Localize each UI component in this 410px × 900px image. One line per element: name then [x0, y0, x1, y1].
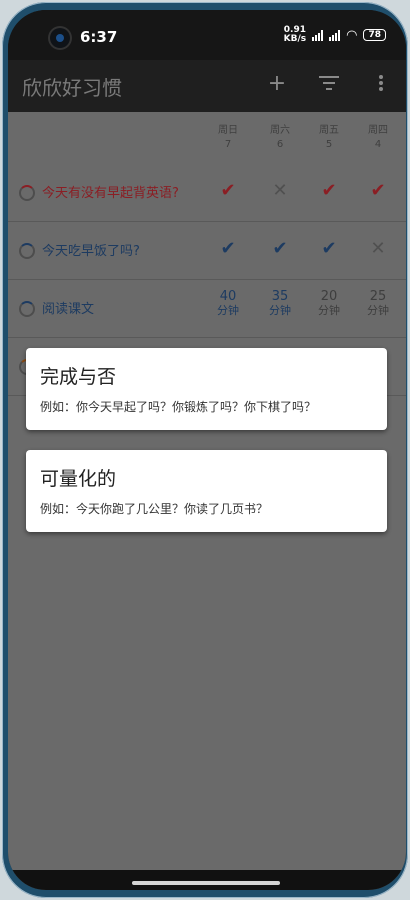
- status-time: 6:37: [80, 28, 118, 46]
- habit-value: 25: [369, 289, 387, 304]
- option-title: 可量化的: [40, 468, 117, 490]
- navigation-bar: [8, 870, 406, 890]
- status-icons: 0.91 KB/s ◠ 78: [284, 26, 386, 44]
- status-bar: 6:37 0.91 KB/s ◠ 78: [8, 10, 406, 60]
- check-icon[interactable]: ✔: [358, 180, 398, 201]
- check-icon[interactable]: ✔: [208, 238, 248, 259]
- day-header-1: 周六 6: [270, 125, 290, 150]
- day-header: 周日 7 周六 6 周五 5 周四 4: [8, 112, 406, 164]
- camera-icon: [48, 26, 72, 50]
- habit-unit: 分钟: [318, 304, 340, 317]
- habit-value: 35: [271, 289, 289, 304]
- habit-name: 今天有没有早起背英语?: [42, 186, 179, 201]
- option-boolean-habit[interactable]: 完成与否 例如：你今天早起了吗？你锻炼了吗？你下棋了吗？: [26, 348, 387, 430]
- habit-unit: 分钟: [269, 304, 291, 317]
- home-gesture-bar[interactable]: [132, 881, 280, 885]
- habit-value: 20: [320, 289, 338, 304]
- habit-name: 今天吃早饭了吗?: [42, 244, 140, 259]
- app-bar: 欣欣好习惯 +: [8, 60, 406, 112]
- check-icon[interactable]: ✔: [309, 238, 349, 259]
- habit-row[interactable]: 阅读课文 40 分钟 35 分钟 20 分钟 25 分钟: [8, 280, 406, 338]
- habit-row[interactable]: 今天有没有早起背英语? ✔ ✕ ✔ ✔: [8, 164, 406, 222]
- habit-progress-icon: [19, 185, 35, 201]
- option-measurable-habit[interactable]: 可量化的 例如：今天你跑了几公里？你读了几页书？: [26, 450, 387, 532]
- habit-value-cell[interactable]: 25 分钟: [358, 290, 398, 318]
- wifi-icon: ◠: [346, 27, 358, 43]
- option-description: 例如：今天你跑了几公里？你读了几页书？: [40, 502, 269, 516]
- check-icon[interactable]: ✔: [260, 238, 300, 259]
- app-title: 欣欣好习惯: [22, 76, 122, 100]
- signal-icon-2: [329, 29, 341, 41]
- habit-value-cell[interactable]: 20 分钟: [309, 290, 349, 318]
- battery-indicator: 78: [363, 29, 386, 41]
- habit-unit: 分钟: [367, 304, 389, 317]
- day-header-3: 周四 4: [368, 125, 388, 150]
- option-title: 完成与否: [40, 366, 117, 388]
- phone-frame: 6:37 0.91 KB/s ◠ 78 欣欣好习惯 + 周日 7 周六 6 周五…: [2, 2, 408, 898]
- network-speed: 0.91 KB/s: [284, 26, 306, 44]
- network-speed-unit: KB/s: [283, 34, 307, 44]
- cross-icon[interactable]: ✕: [358, 238, 398, 259]
- add-icon[interactable]: +: [266, 71, 288, 96]
- habit-value: 40: [219, 289, 237, 304]
- filter-icon[interactable]: [318, 72, 340, 94]
- screen: 6:37 0.91 KB/s ◠ 78 欣欣好习惯 + 周日 7 周六 6 周五…: [8, 10, 406, 890]
- signal-icon: [312, 29, 324, 41]
- check-icon[interactable]: ✔: [208, 180, 248, 201]
- day-header-0: 周日 7: [218, 125, 238, 150]
- day-header-2: 周五 5: [319, 125, 339, 150]
- more-options-icon[interactable]: [370, 72, 392, 94]
- habit-progress-icon: [19, 301, 35, 317]
- option-description: 例如：你今天早起了吗？你锻炼了吗？你下棋了吗？: [40, 400, 317, 414]
- habit-value-cell[interactable]: 35 分钟: [260, 290, 300, 318]
- habit-name: 阅读课文: [42, 302, 95, 317]
- habit-progress-icon: [19, 243, 35, 259]
- habit-row[interactable]: 今天吃早饭了吗? ✔ ✔ ✔ ✕: [8, 222, 406, 280]
- habit-value-cell[interactable]: 40 分钟: [208, 290, 248, 318]
- habit-unit: 分钟: [217, 304, 239, 317]
- check-icon[interactable]: ✔: [309, 180, 349, 201]
- cross-icon[interactable]: ✕: [260, 180, 300, 201]
